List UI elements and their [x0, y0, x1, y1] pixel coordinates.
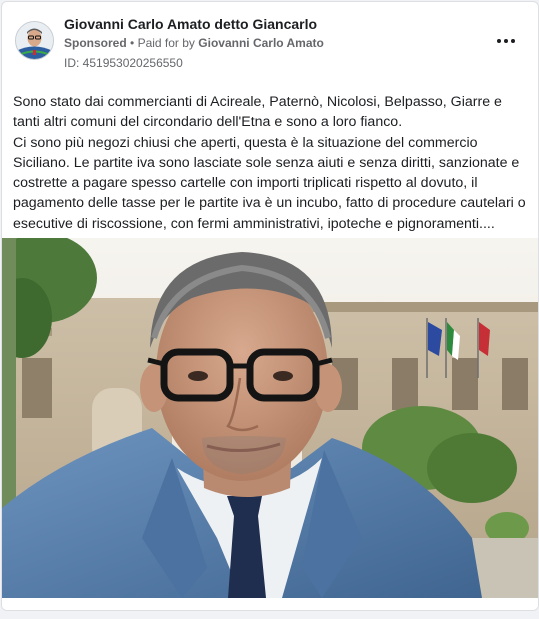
post-paragraph-2: Ci sono più negozi chiusi che aperti, qu…	[13, 134, 526, 232]
post-photo[interactable]	[2, 238, 538, 598]
meta-separator: •	[130, 36, 135, 50]
more-horizontal-icon[interactable]	[494, 30, 518, 50]
author-name[interactable]: Giovanni Carlo Amato detto Giancarlo	[64, 16, 317, 32]
sponsor-line: Sponsored • Paid for by Giovanni Carlo A…	[64, 36, 324, 50]
post-header: Giovanni Carlo Amato detto Giancarlo Spo…	[2, 2, 538, 82]
candidate-portrait	[2, 238, 538, 598]
ad-post-card: Giovanni Carlo Amato detto Giancarlo Spo…	[1, 1, 539, 611]
post-footer	[2, 598, 538, 610]
sponsored-label[interactable]: Sponsored	[64, 36, 127, 50]
post-text: Sono stato dai commercianti di Acireale,…	[13, 92, 529, 234]
post-paragraph-1: Sono stato dai commercianti di Acireale,…	[13, 94, 502, 131]
paid-for-name[interactable]: Giovanni Carlo Amato	[198, 36, 324, 50]
paid-for-prefix: Paid for by	[137, 36, 195, 50]
avatar-image	[16, 22, 53, 59]
ad-id: ID: 451953020256550	[64, 56, 183, 70]
author-avatar[interactable]	[15, 21, 54, 60]
